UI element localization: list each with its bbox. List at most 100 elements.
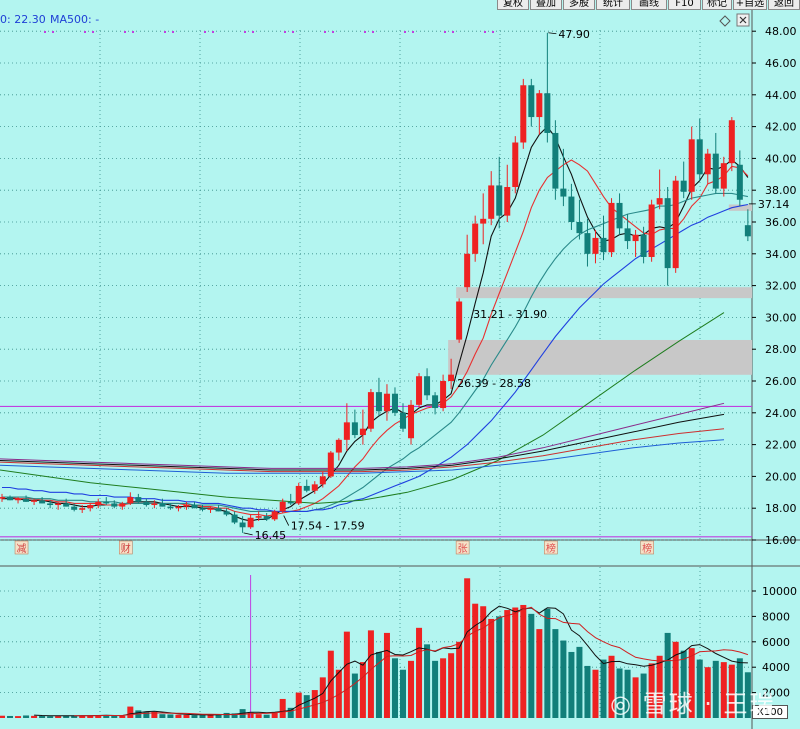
collapse-icon[interactable] — [719, 15, 731, 27]
watermark: ◎ 雪球 · 王瑞 — [610, 690, 776, 718]
volume-bar — [167, 714, 174, 718]
candle — [143, 498, 150, 507]
candle — [247, 514, 254, 529]
event-marker[interactable]: 财 — [119, 540, 133, 555]
volume-bar — [343, 631, 350, 718]
candle — [656, 169, 663, 210]
candle-body — [255, 516, 262, 518]
candle-body — [215, 508, 222, 512]
signal-dot — [252, 31, 254, 33]
candle — [528, 78, 535, 127]
candle — [536, 90, 543, 135]
price-tick-label: 20.00 — [765, 470, 797, 483]
candle-body — [504, 187, 511, 216]
volume-bar — [424, 644, 431, 718]
event-marker-char: 榜 — [546, 542, 556, 555]
candle-body — [327, 452, 334, 477]
candle — [488, 171, 495, 226]
candle-body — [223, 511, 230, 515]
candle — [375, 377, 382, 416]
volume-bar — [0, 715, 5, 718]
candle-body — [167, 506, 174, 509]
volume-bar — [359, 662, 366, 718]
candle-body — [127, 497, 134, 504]
volume-bar — [127, 706, 134, 718]
event-marker-char: 财 — [121, 542, 131, 555]
volume-bar — [143, 711, 150, 718]
candle — [440, 374, 447, 412]
volume-bar — [223, 712, 230, 718]
candle — [327, 450, 334, 478]
signal-dot — [492, 31, 494, 33]
volume-tick-label: 8000 — [762, 610, 790, 623]
annotation-pointer — [548, 32, 557, 35]
volume-bar — [592, 669, 599, 718]
candle — [432, 392, 439, 415]
candle-body — [496, 185, 503, 216]
candle-body — [31, 500, 38, 502]
candle-body — [560, 188, 567, 197]
candle-body — [271, 511, 278, 520]
event-marker[interactable]: 榜 — [544, 540, 558, 555]
volume-bar — [504, 610, 511, 718]
annotation-label: 16.45 — [255, 529, 287, 542]
candle — [303, 479, 310, 493]
close-icon[interactable] — [736, 13, 750, 27]
candle — [704, 148, 711, 184]
candle-body — [408, 404, 415, 439]
ma-header-ma500: MA500: - — [50, 13, 99, 26]
candle — [504, 164, 511, 222]
volume-bar — [159, 714, 166, 718]
volume-bar — [568, 651, 575, 718]
signal-dot — [204, 31, 206, 33]
price-annotation: 37.14 — [748, 198, 789, 211]
candle-body — [688, 139, 695, 192]
price-tick-label: 34.00 — [765, 248, 797, 261]
candle-body — [55, 503, 62, 506]
candle — [616, 193, 623, 235]
candle — [664, 187, 671, 286]
candle-body — [568, 196, 575, 222]
volume-bar — [456, 641, 463, 718]
candle-body — [303, 485, 310, 491]
signal-dot — [84, 31, 86, 33]
candle-body — [159, 503, 166, 507]
candle-body — [151, 503, 158, 506]
price-tick-label: 36.00 — [765, 216, 797, 229]
candle-body — [464, 253, 471, 288]
volume-bar — [191, 715, 198, 718]
event-marker[interactable]: 榜 — [640, 540, 654, 555]
price-tick-label: 22.00 — [765, 439, 797, 452]
volume-bar — [416, 627, 423, 718]
candle-body — [343, 422, 350, 440]
candle — [7, 495, 14, 501]
candle-body — [664, 198, 671, 269]
volume-bar — [279, 698, 286, 718]
candle-body — [448, 374, 455, 381]
volume-bar — [560, 640, 567, 718]
signal-dot — [124, 31, 126, 33]
candle — [287, 493, 294, 506]
price-tick-label: 30.00 — [765, 311, 797, 324]
candle — [408, 400, 415, 445]
event-marker[interactable]: 减 — [14, 540, 29, 555]
event-marker-char: 减 — [17, 543, 27, 555]
candle-body — [472, 223, 479, 254]
candle — [688, 126, 695, 200]
volume-bar — [488, 618, 495, 718]
candle-body — [640, 234, 647, 257]
candle-body — [584, 233, 591, 254]
signal-dot — [292, 31, 294, 33]
candle-body — [552, 132, 559, 189]
candle — [400, 403, 406, 432]
candle — [23, 495, 30, 502]
event-marker[interactable]: 张 — [455, 540, 470, 555]
candle — [592, 229, 599, 264]
signal-dot — [92, 31, 94, 33]
candle — [736, 150, 743, 207]
candle-body — [624, 228, 631, 242]
price-tick-label: 16.00 — [765, 534, 797, 547]
candle-body — [287, 501, 294, 504]
candle-body — [600, 237, 607, 253]
price-tick-label: 18.00 — [765, 502, 797, 515]
